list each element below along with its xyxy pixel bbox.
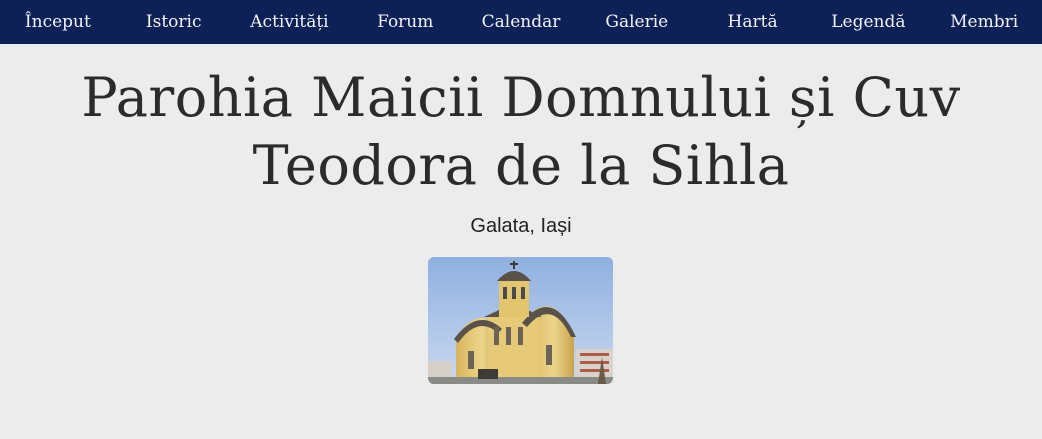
- nav-menu: Început Istoric Activități Forum Calenda…: [0, 0, 1042, 44]
- nav-item-legenda[interactable]: Legendă: [810, 0, 926, 44]
- church-photo: [428, 257, 613, 384]
- nav-item-forum[interactable]: Forum: [347, 0, 463, 44]
- page-title: Parohia Maicii Domnului și Cuv Teodora d…: [0, 64, 1042, 200]
- nav-item-harta[interactable]: Hartă: [695, 0, 811, 44]
- page-subtitle: Galata, Iași: [470, 215, 572, 237]
- nav-item-galerie[interactable]: Galerie: [579, 0, 695, 44]
- nav-item-inceput[interactable]: Început: [0, 0, 116, 44]
- top-navigation: Început Istoric Activități Forum Calenda…: [0, 0, 1042, 44]
- page-title-line-1: Parohia Maicii Domnului și Cuv: [81, 66, 961, 129]
- page-title-line-2: Teodora de la Sihla: [252, 134, 790, 197]
- nav-item-calendar[interactable]: Calendar: [463, 0, 579, 44]
- nav-item-membri[interactable]: Membri: [926, 0, 1042, 44]
- nav-item-activitati[interactable]: Activități: [232, 0, 348, 44]
- nav-item-istoric[interactable]: Istoric: [116, 0, 232, 44]
